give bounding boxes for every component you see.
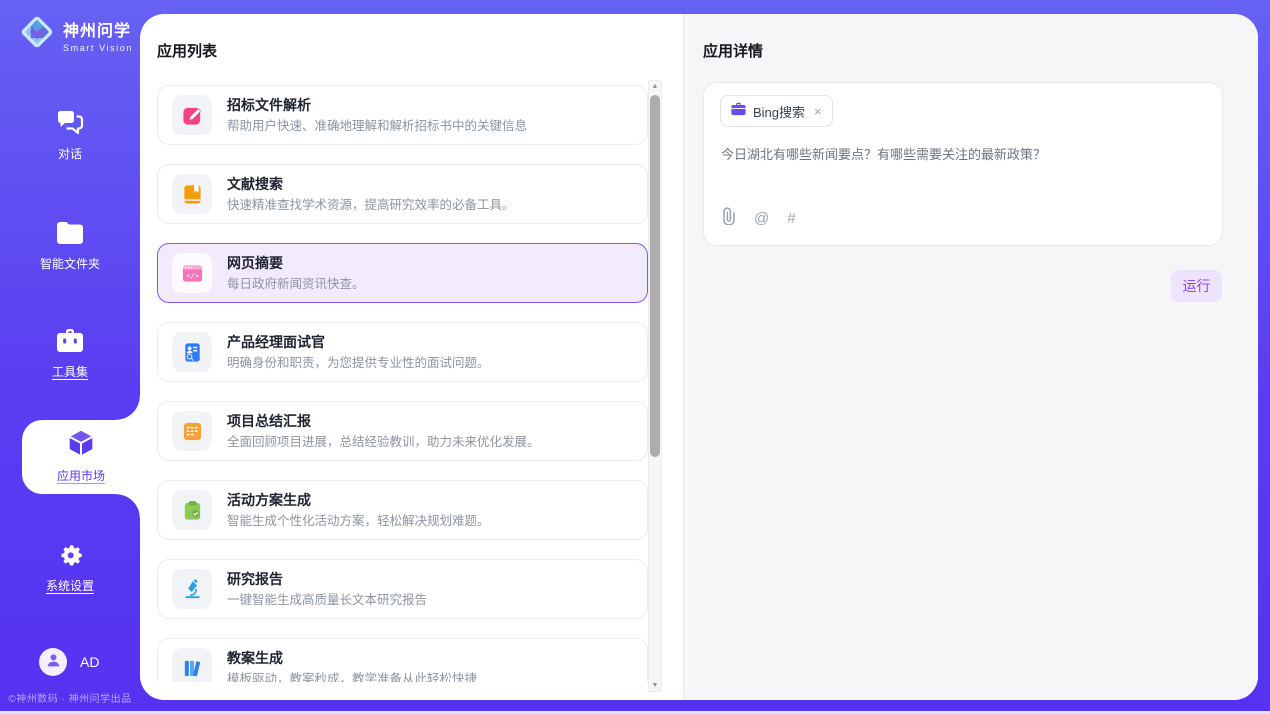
copyright-footer: ©神州数码 · 神州问学出品 bbox=[0, 690, 140, 705]
app-card-text: 产品经理面试官 明确身份和职责，为您提供专业性的面试问题。 bbox=[227, 334, 490, 371]
toolbox-icon bbox=[0, 326, 140, 356]
brand-name: 神州问学 bbox=[63, 17, 133, 41]
document-edit-icon bbox=[172, 95, 212, 135]
app-card-text: 活动方案生成 智能生成个性化活动方案，轻松解决规划难题。 bbox=[227, 492, 490, 529]
app-card-lesson-plan[interactable]: 教案生成 模板驱动，教案秒成，教学准备从此轻松快捷 bbox=[157, 638, 648, 682]
app-card-text: 教案生成 模板驱动，教案秒成，教学准备从此轻松快捷 bbox=[227, 650, 477, 683]
user-initials: AD bbox=[80, 654, 99, 670]
brand-text: 神州问学 Smart Vision bbox=[63, 17, 133, 53]
app-card-text: 项目总结汇报 全面回顾项目进展，总结经验教训，助力未来优化发展。 bbox=[227, 413, 540, 450]
app-card-text: 文献搜索 快速精准查找学术资源，提高研究效率的必备工具。 bbox=[227, 176, 515, 213]
list-scrollbar[interactable]: ▲ ▼ bbox=[648, 80, 662, 692]
diamond-logo-icon bbox=[18, 13, 56, 56]
scroll-down-icon[interactable]: ▼ bbox=[649, 682, 661, 689]
web-code-icon: </> bbox=[172, 253, 212, 293]
app-list-title: 应用列表 bbox=[157, 40, 217, 61]
app-card-title: 研究报告 bbox=[227, 571, 427, 588]
app-card-text: 招标文件解析 帮助用户快速、准确地理解和解析招标书中的关键信息 bbox=[227, 97, 527, 134]
tool-chip-label: Bing搜索 bbox=[753, 102, 805, 121]
sidebar-item-label: 智能文件夹 bbox=[0, 255, 140, 272]
app-card-desc: 一键智能生成高质量长文本研究报告 bbox=[227, 593, 427, 608]
app-card-desc: 明确身份和职责，为您提供专业性的面试问题。 bbox=[227, 356, 490, 371]
app-card-title: 活动方案生成 bbox=[227, 492, 490, 509]
app-detail-panel: 应用详情 Bing搜索 × 今日湖北有哪些新闻要点？有哪些需要关注的最新政策？ bbox=[683, 14, 1258, 700]
sidebar-item-label: 工具集 bbox=[0, 363, 140, 380]
app-card-desc: 帮助用户快速、准确地理解和解析招标书中的关键信息 bbox=[227, 119, 527, 134]
app-card-title: 文献搜索 bbox=[227, 176, 515, 193]
sidebar: 神州问学 Smart Vision 对话 智能文件夹 bbox=[0, 0, 140, 714]
gear-icon bbox=[0, 540, 140, 570]
prompt-input[interactable]: 今日湖北有哪些新闻要点？有哪些需要关注的最新政策？ bbox=[721, 145, 1204, 165]
tool-chip-bing-search[interactable]: Bing搜索 × bbox=[720, 95, 833, 127]
sidebar-item-label: 应用市场 bbox=[22, 467, 140, 484]
app-card-title: 项目总结汇报 bbox=[227, 413, 540, 430]
app-card-web-summary[interactable]: </> 网页摘要 每日政府新闻资讯快查。 bbox=[157, 243, 648, 303]
notes-icon bbox=[172, 411, 212, 451]
run-button[interactable]: 运行 bbox=[1171, 270, 1222, 302]
app-card-event-plan[interactable]: 活动方案生成 智能生成个性化活动方案，轻松解决规划难题。 bbox=[157, 480, 648, 540]
scrollbar-thumb[interactable] bbox=[650, 95, 660, 457]
app-card-pm-interviewer[interactable]: 产品经理面试官 明确身份和职责，为您提供专业性的面试问题。 bbox=[157, 322, 648, 382]
brand-logo: 神州问学 Smart Vision bbox=[18, 13, 133, 56]
close-icon[interactable]: × bbox=[814, 104, 822, 119]
app-card-text: 网页摘要 每日政府新闻资讯快查。 bbox=[227, 255, 365, 292]
hash-icon[interactable]: # bbox=[787, 210, 795, 228]
microscope-icon bbox=[172, 569, 212, 609]
app-card-title: 招标文件解析 bbox=[227, 97, 527, 114]
svg-text:</>: </> bbox=[186, 271, 200, 280]
clipboard-check-icon bbox=[172, 490, 212, 530]
books-icon bbox=[172, 648, 212, 682]
chat-icon bbox=[0, 108, 140, 138]
cube-icon bbox=[22, 427, 140, 464]
at-icon[interactable]: @ bbox=[754, 210, 769, 228]
paperclip-icon[interactable] bbox=[722, 207, 736, 230]
prompt-card: Bing搜索 × 今日湖北有哪些新闻要点？有哪些需要关注的最新政策？ @ # bbox=[703, 82, 1223, 246]
app-card-desc: 每日政府新闻资讯快查。 bbox=[227, 277, 365, 292]
scroll-up-icon[interactable]: ▲ bbox=[649, 83, 661, 90]
content-panel: 应用列表 招标文件解析 帮助用户快速、准确地理解和解析招标书中的关键信息 bbox=[140, 14, 1258, 700]
app-card-title: 产品经理面试官 bbox=[227, 334, 490, 351]
app-card-literature-search[interactable]: 文献搜索 快速精准查找学术资源，提高研究效率的必备工具。 bbox=[157, 164, 648, 224]
sidebar-item-chat[interactable]: 对话 bbox=[0, 108, 140, 162]
app-card-project-summary[interactable]: 项目总结汇报 全面回顾项目进展，总结经验教训，助力未来优化发展。 bbox=[157, 401, 648, 461]
brand-subtitle: Smart Vision bbox=[63, 43, 133, 53]
app-card-text: 研究报告 一键智能生成高质量长文本研究报告 bbox=[227, 571, 427, 608]
app-window: 神州问学 Smart Vision 对话 智能文件夹 bbox=[0, 0, 1270, 714]
sidebar-item-label: 对话 bbox=[0, 145, 140, 162]
briefcase-icon bbox=[731, 102, 746, 121]
app-card-desc: 模板驱动，教案秒成，教学准备从此轻松快捷 bbox=[227, 672, 477, 683]
user-account[interactable]: AD bbox=[39, 648, 99, 676]
app-card-title: 网页摘要 bbox=[227, 255, 365, 272]
app-detail-title: 应用详情 bbox=[703, 40, 763, 61]
app-card-desc: 全面回顾项目进展，总结经验教训，助力未来优化发展。 bbox=[227, 435, 540, 450]
resume-icon bbox=[172, 332, 212, 372]
app-card-bid-analysis[interactable]: 招标文件解析 帮助用户快速、准确地理解和解析招标书中的关键信息 bbox=[157, 85, 648, 145]
app-card-desc: 智能生成个性化活动方案，轻松解决规划难题。 bbox=[227, 514, 490, 529]
book-icon bbox=[172, 174, 212, 214]
app-card-desc: 快速精准查找学术资源，提高研究效率的必备工具。 bbox=[227, 198, 515, 213]
avatar bbox=[39, 648, 67, 676]
app-list: 招标文件解析 帮助用户快速、准确地理解和解析招标书中的关键信息 文献搜索 bbox=[157, 82, 648, 682]
prompt-toolbar: @ # bbox=[722, 207, 796, 230]
app-card-research-report[interactable]: 研究报告 一键智能生成高质量长文本研究报告 bbox=[157, 559, 648, 619]
folder-icon bbox=[0, 218, 140, 248]
app-card-title: 教案生成 bbox=[227, 650, 477, 667]
person-icon bbox=[46, 652, 61, 673]
sidebar-item-app-market[interactable]: 应用市场 bbox=[22, 420, 140, 494]
sidebar-item-settings[interactable]: 系统设置 bbox=[0, 540, 140, 594]
sidebar-item-smart-folder[interactable]: 智能文件夹 bbox=[0, 218, 140, 272]
sidebar-item-toolset[interactable]: 工具集 bbox=[0, 326, 140, 380]
sidebar-item-label: 系统设置 bbox=[0, 577, 140, 594]
